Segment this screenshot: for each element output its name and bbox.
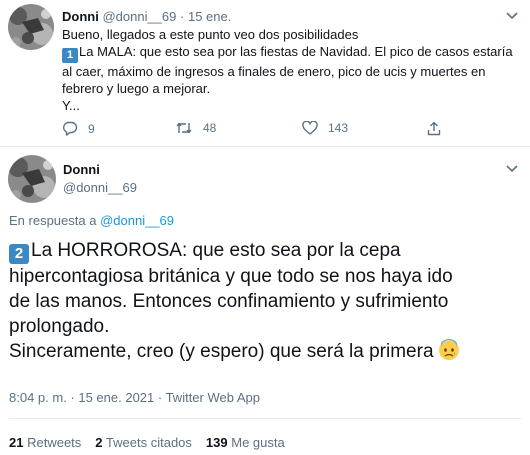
reply-icon <box>62 121 78 136</box>
reply-count: 9 <box>88 121 95 136</box>
chevron-down-icon[interactable] <box>506 8 518 20</box>
anxious-face-icon <box>438 339 460 368</box>
like-button[interactable]: 143 <box>302 121 348 135</box>
reply-button[interactable]: 9 <box>62 121 95 136</box>
tweet-line: de las manos. Entonces confinamiento y s… <box>9 291 449 312</box>
avatar[interactable] <box>8 4 54 50</box>
retweet-count: 48 <box>203 121 217 135</box>
separator: · <box>180 9 185 24</box>
tweet-text: Bueno, llegados a este punto veo dos pos… <box>62 26 513 114</box>
tweet-line: hipercontagiosa británica y que todo se … <box>9 266 453 287</box>
tweet-line: Bueno, llegados a este punto veo dos pos… <box>62 27 359 42</box>
author-handle[interactable]: @donni__69 <box>102 9 176 24</box>
share-button[interactable] <box>427 121 441 136</box>
tweet-line: 2 La HORROROSA: que esto sea por la cepa <box>9 238 519 264</box>
author-name[interactable]: Donni <box>63 162 100 177</box>
tweet-line: al caer, máximo de ingresos a finales de… <box>62 64 486 79</box>
chevron-down-icon[interactable] <box>506 161 518 173</box>
tweet-header: Donni @donni__69 · 15 ene. <box>62 9 231 24</box>
reply-prefix: En respuesta a <box>9 213 97 228</box>
tweet-actions: 9 48 143 <box>62 121 462 137</box>
tweet-date[interactable]: 15 ene. <box>188 9 231 24</box>
quote-tweets-stat[interactable]: 2 Tweets citados <box>95 435 192 450</box>
retweets-stat[interactable]: 21 Retweets <box>9 435 81 450</box>
retweet-button[interactable]: 48 <box>175 121 216 135</box>
tweet-parent[interactable]: Donni @donni__69 · 15 ene. Bueno, llegad… <box>0 0 530 147</box>
tweet-text: 2 La HORROROSA: que esto sea por la cepa … <box>9 238 519 368</box>
avatar[interactable] <box>8 155 56 203</box>
tweet-line: febrero y luego a mejorar. <box>62 81 211 96</box>
heart-icon <box>302 121 318 135</box>
tweet-timestamp[interactable]: 8:04 p. m. · 15 ene. 2021 · Twitter Web … <box>9 390 260 405</box>
tweet-stats: 21 Retweets 2 Tweets citados 139 Me gust… <box>9 435 285 450</box>
keycap-one-emoji: 1 <box>62 48 78 63</box>
keycap-two-emoji: 2 <box>9 244 29 264</box>
divider <box>9 418 521 419</box>
likes-stat[interactable]: 139 Me gusta <box>206 435 285 450</box>
tweet-line: Sinceramente, creo (y espero) que será l… <box>9 339 519 368</box>
author-name[interactable]: Donni <box>62 9 99 24</box>
tweet-focused: Donni @donni__69 En respuesta a @donni__… <box>0 147 530 455</box>
author-handle[interactable]: @donni__69 <box>63 180 137 195</box>
share-icon <box>427 121 441 136</box>
tweet-line: 1 La MALA: que esto sea por las fiestas d… <box>62 43 513 63</box>
tweet-line: Y... <box>62 98 80 113</box>
like-count: 143 <box>328 121 349 135</box>
tweet-line: prolongado. <box>9 316 110 337</box>
reply-context: En respuesta a @donni__69 <box>9 213 174 228</box>
retweet-icon <box>175 121 193 135</box>
reply-mention-link[interactable]: @donni__69 <box>100 213 174 228</box>
